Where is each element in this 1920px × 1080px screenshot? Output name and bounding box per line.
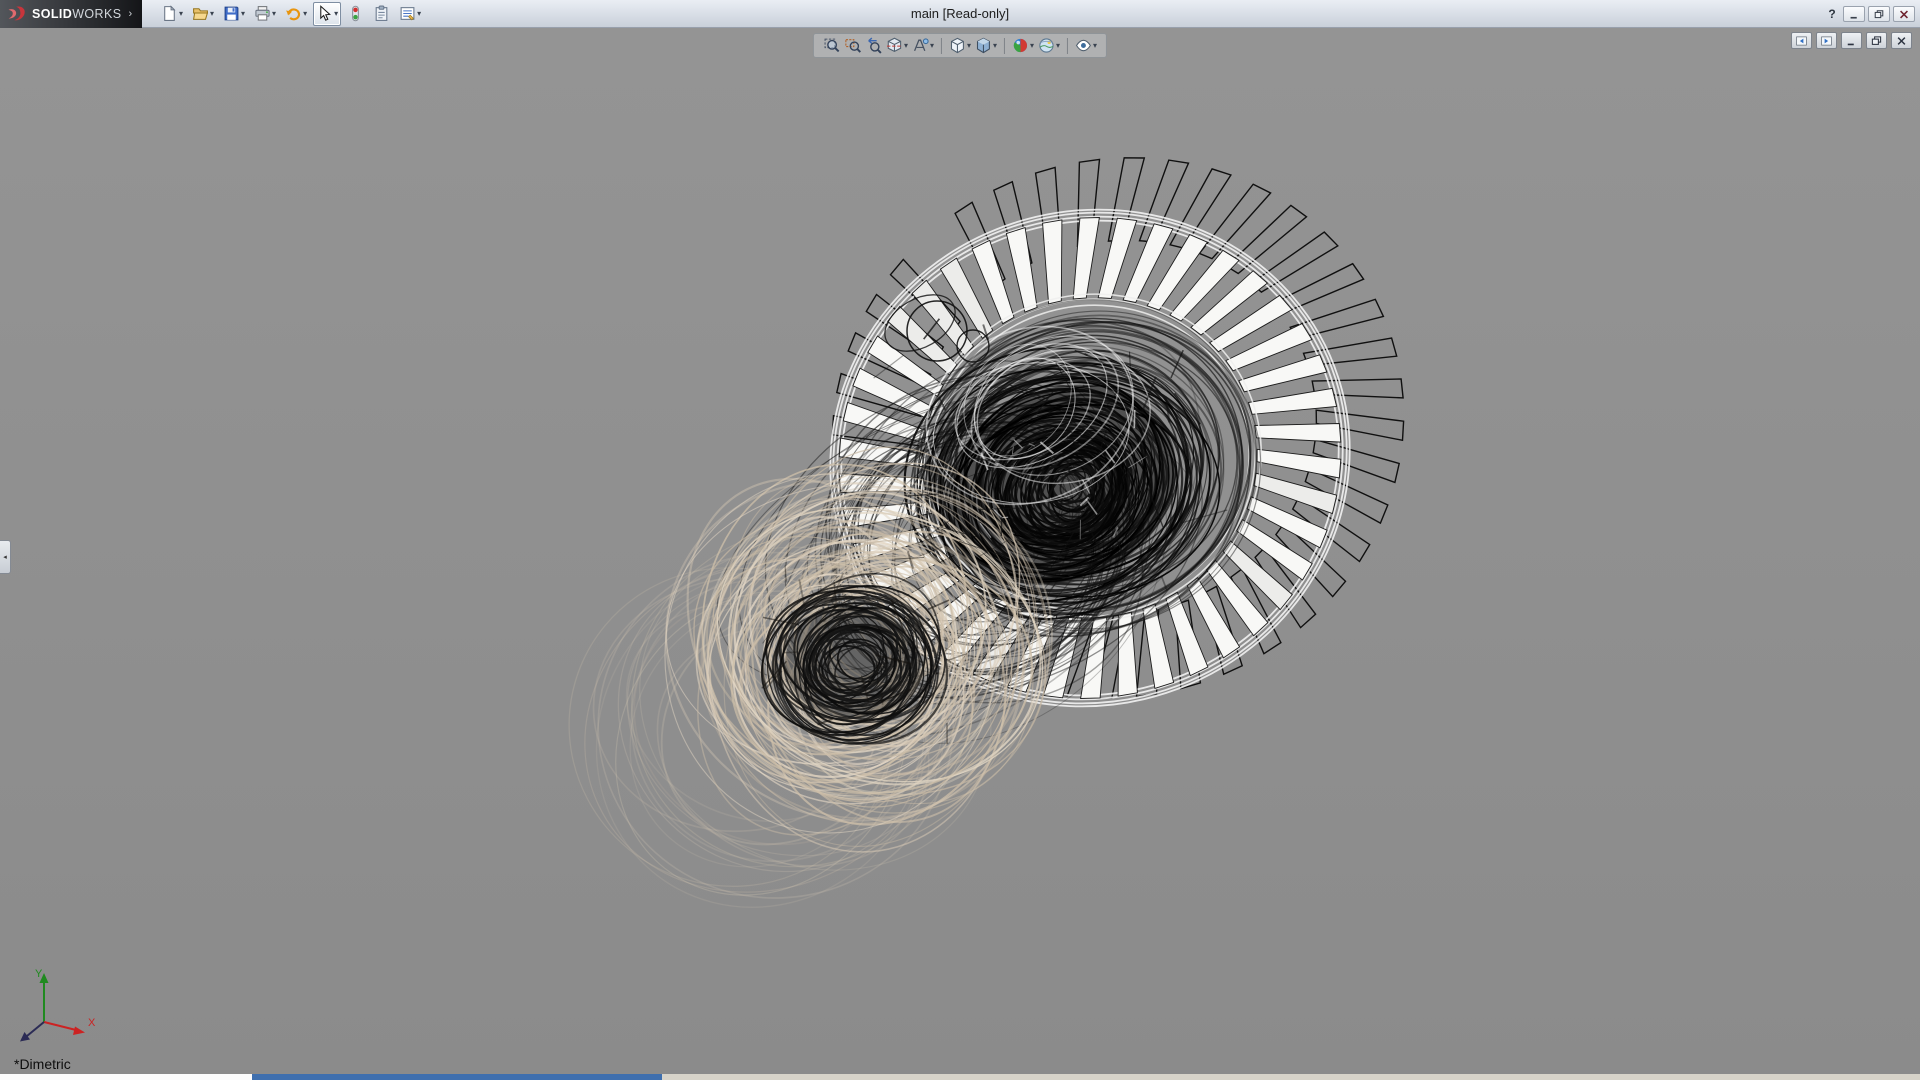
section-view-button[interactable]: ▾ (885, 36, 909, 55)
zoom-to-area-icon (844, 37, 861, 54)
dropdown-arrow-icon[interactable]: ▾ (904, 42, 908, 50)
dropdown-arrow-icon[interactable]: ▾ (967, 42, 971, 50)
close-icon (1898, 9, 1910, 20)
taskbar-sliver (0, 1074, 1920, 1080)
doc-minimize-icon (1845, 35, 1858, 47)
graphics-viewport[interactable]: ▾ ▾ ▾ ▾ ▾ ▾ ▾ ◂ Y X *Dimetric (0, 28, 1920, 1074)
doc-restore-button[interactable] (1866, 32, 1887, 49)
apply-scene-button[interactable]: ▾ (1037, 36, 1061, 55)
quick-access-toolbar: ▾ ▾ ▾ ▾ ▾ ▾ ▾ (158, 2, 424, 26)
dock-right-icon (1820, 35, 1833, 47)
annotation-views-button[interactable]: ▾ (911, 36, 935, 55)
previous-view-button[interactable] (864, 36, 883, 55)
restore-button[interactable] (1868, 6, 1890, 22)
dropdown-arrow-icon[interactable]: ▾ (210, 10, 214, 18)
save-document-icon (223, 5, 240, 22)
heads-up-view-toolbar: ▾ ▾ ▾ ▾ ▾ ▾ ▾ (813, 33, 1107, 58)
dropdown-arrow-icon[interactable]: ▾ (930, 42, 934, 50)
menu-expand-chevron-icon: › (128, 8, 132, 20)
zoom-to-fit-button[interactable] (822, 36, 841, 55)
minimize-icon (1848, 9, 1860, 20)
open-document-button[interactable]: ▾ (189, 2, 217, 26)
zoom-to-fit-icon (823, 37, 840, 54)
print-document-icon (254, 5, 271, 22)
view-orientation-label: *Dimetric (14, 1056, 71, 1072)
dock-left-button[interactable] (1791, 32, 1812, 49)
open-document-icon (192, 5, 209, 22)
dassault-systemes-logo-icon (6, 5, 28, 22)
previous-view-icon (865, 37, 882, 54)
triad-x-arrow (73, 1027, 85, 1036)
new-document-button[interactable]: ▾ (158, 2, 186, 26)
annotation-views-icon (912, 37, 929, 54)
view-settings-icon (1075, 37, 1092, 54)
triad-z-arrow (20, 1032, 30, 1042)
brand-text: SOLIDWORKS (32, 7, 121, 21)
view-settings-button[interactable]: ▾ (1074, 36, 1098, 55)
taskbar-segment (252, 1074, 662, 1080)
display-style-icon (975, 37, 992, 54)
toolbar-separator (1067, 38, 1068, 54)
undo-button[interactable]: ▾ (282, 2, 310, 26)
dropdown-arrow-icon[interactable]: ▾ (241, 10, 245, 18)
window-controls: ? (1824, 0, 1915, 28)
toolbar-separator (941, 38, 942, 54)
help-button[interactable]: ? (1824, 6, 1840, 22)
xpress-products-icon (347, 5, 364, 22)
taskbar-segment (662, 1074, 1920, 1080)
doc-close-button[interactable] (1891, 32, 1912, 49)
triad-y-label: Y (35, 968, 43, 980)
triad-x-label: X (88, 1017, 96, 1029)
save-document-button[interactable]: ▾ (220, 2, 248, 26)
dropdown-arrow-icon[interactable]: ▾ (334, 10, 338, 18)
dropdown-arrow-icon[interactable]: ▾ (179, 10, 183, 18)
orientation-triad: Y X (6, 964, 102, 1052)
dropdown-arrow-icon[interactable]: ▾ (417, 10, 421, 18)
select-tool-button[interactable]: ▾ (313, 2, 341, 26)
edit-appearance-button[interactable]: ▾ (1011, 36, 1035, 55)
dropdown-arrow-icon[interactable]: ▾ (303, 10, 307, 18)
title-bar: SOLIDWORKS › ▾▾▾▾▾▾▾ main [Read-only] ? (0, 0, 1920, 28)
undo-icon (285, 5, 302, 22)
document-window-controls (1791, 32, 1912, 49)
view-orientation-button[interactable]: ▾ (948, 36, 972, 55)
new-document-icon (161, 5, 178, 22)
apply-scene-icon (1038, 37, 1055, 54)
taskbar-segment (0, 1074, 252, 1080)
view-orientation-icon (949, 37, 966, 54)
toolbar-separator (1004, 38, 1005, 54)
select-tool-icon (316, 5, 333, 22)
minimize-button[interactable] (1843, 6, 1865, 22)
file-properties-button[interactable] (370, 2, 393, 26)
cad-model-wireframe[interactable] (0, 28, 1920, 1074)
panel-expand-arrow-icon: ◂ (3, 553, 7, 561)
doc-restore-icon (1870, 35, 1883, 47)
dropdown-arrow-icon[interactable]: ▾ (1030, 42, 1034, 50)
edit-appearance-icon (1012, 37, 1029, 54)
close-button[interactable] (1893, 6, 1915, 22)
options-icon (399, 5, 416, 22)
dropdown-arrow-icon[interactable]: ▾ (1056, 42, 1060, 50)
restore-icon (1873, 9, 1885, 20)
display-style-button[interactable]: ▾ (974, 36, 998, 55)
print-document-button[interactable]: ▾ (251, 2, 279, 26)
options-button[interactable]: ▾ (396, 2, 424, 26)
dock-right-button[interactable] (1816, 32, 1837, 49)
section-view-icon (886, 37, 903, 54)
solidworks-window: SOLIDWORKS › ▾▾▾▾▾▾▾ main [Read-only] ? … (0, 0, 1920, 1080)
dropdown-arrow-icon[interactable]: ▾ (272, 10, 276, 18)
doc-minimize-button[interactable] (1841, 32, 1862, 49)
xpress-products-button[interactable] (344, 2, 367, 26)
doc-close-icon (1895, 35, 1908, 47)
file-properties-icon (373, 5, 390, 22)
dropdown-arrow-icon[interactable]: ▾ (1093, 42, 1097, 50)
solidworks-menu-button[interactable]: SOLIDWORKS › (0, 0, 142, 28)
dropdown-arrow-icon[interactable]: ▾ (993, 42, 997, 50)
dock-left-icon (1795, 35, 1808, 47)
featuremanager-collapsed-tab[interactable]: ◂ (0, 540, 11, 574)
zoom-to-area-button[interactable] (843, 36, 862, 55)
